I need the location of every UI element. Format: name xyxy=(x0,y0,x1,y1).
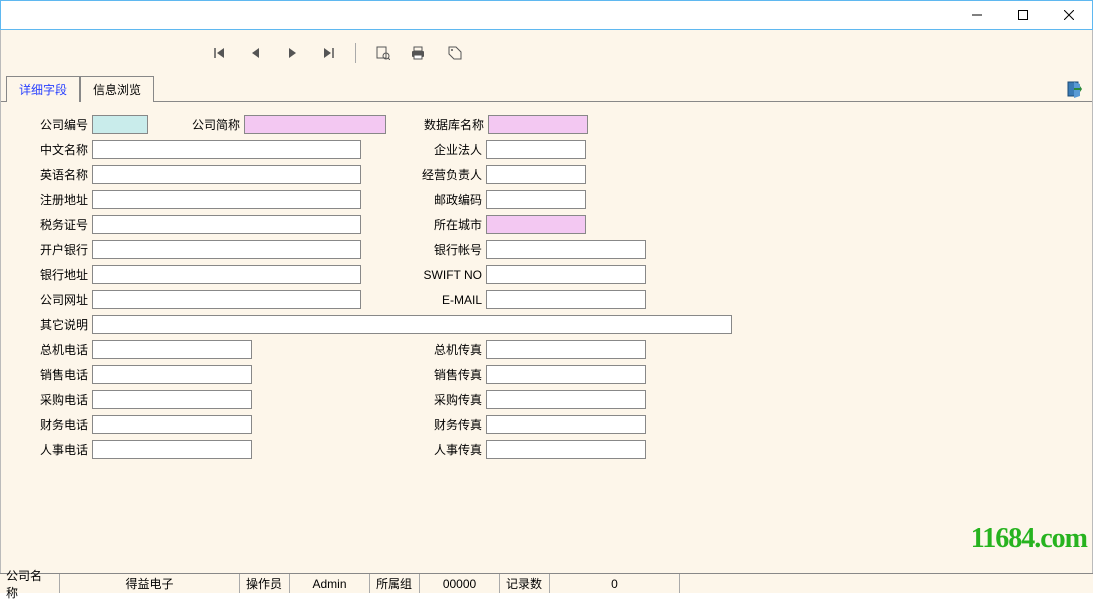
label-main-tel: 总机电话 xyxy=(26,341,92,358)
label-swift: SWIFT NO xyxy=(396,268,486,282)
label-main-fax: 总机传真 xyxy=(396,341,486,358)
input-city[interactable] xyxy=(486,215,586,234)
status-company-label: 公司名称 xyxy=(0,574,60,593)
tab-browse[interactable]: 信息浏览 xyxy=(80,76,154,102)
status-operator-label: 操作员 xyxy=(240,574,290,593)
input-company-no[interactable] xyxy=(92,115,148,134)
input-company-short[interactable] xyxy=(244,115,386,134)
statusbar: 公司名称 得益电子 操作员 Admin 所属组 00000 记录数 0 xyxy=(0,573,1093,593)
input-main-fax[interactable] xyxy=(486,340,646,359)
input-fin-fax[interactable] xyxy=(486,415,646,434)
label-company-no: 公司编号 xyxy=(26,116,92,133)
titlebar xyxy=(0,0,1093,30)
tab-detail[interactable]: 详细字段 xyxy=(6,76,80,102)
input-db-name[interactable] xyxy=(488,115,588,134)
status-group-label: 所属组 xyxy=(370,574,420,593)
input-en-name[interactable] xyxy=(92,165,361,184)
input-email[interactable] xyxy=(486,290,646,309)
input-website[interactable] xyxy=(92,290,361,309)
label-bank-addr: 银行地址 xyxy=(26,266,92,283)
input-purch-fax[interactable] xyxy=(486,390,646,409)
label-sales-tel: 销售电话 xyxy=(26,366,92,383)
input-fin-tel[interactable] xyxy=(92,415,252,434)
status-records-value: 0 xyxy=(550,574,680,593)
input-hr-tel[interactable] xyxy=(92,440,252,459)
label-fin-fax: 财务传真 xyxy=(396,416,486,433)
label-hr-fax: 人事传真 xyxy=(396,441,486,458)
label-purch-tel: 采购电话 xyxy=(26,391,92,408)
input-bank-acct[interactable] xyxy=(486,240,646,259)
minimize-button[interactable] xyxy=(954,1,1000,29)
input-postal[interactable] xyxy=(486,190,586,209)
label-legal-person: 企业法人 xyxy=(396,141,486,158)
input-cn-name[interactable] xyxy=(92,140,361,159)
input-main-tel[interactable] xyxy=(92,340,252,359)
label-db-name: 数据库名称 xyxy=(416,116,488,133)
label-reg-addr: 注册地址 xyxy=(26,191,92,208)
label-other: 其它说明 xyxy=(26,316,92,333)
label-cn-name: 中文名称 xyxy=(26,141,92,158)
prev-record-button[interactable] xyxy=(247,44,265,62)
input-sales-fax[interactable] xyxy=(486,365,646,384)
input-manager[interactable] xyxy=(486,165,586,184)
form-area: 公司编号 公司简称 数据库名称 中文名称 企业法人 英语名称 经营负责人 注册地… xyxy=(1,101,1092,462)
status-operator-value: Admin xyxy=(290,574,370,593)
label-fin-tel: 财务电话 xyxy=(26,416,92,433)
next-record-button[interactable] xyxy=(283,44,301,62)
print-button[interactable] xyxy=(410,44,428,62)
last-record-button[interactable] xyxy=(319,44,337,62)
label-email: E-MAIL xyxy=(396,293,486,307)
tag-button[interactable] xyxy=(446,44,464,62)
first-record-button[interactable] xyxy=(211,44,229,62)
tabs: 详细字段 信息浏览 xyxy=(1,76,1092,102)
input-tax-no[interactable] xyxy=(92,215,361,234)
close-button[interactable] xyxy=(1046,1,1092,29)
status-company-value: 得益电子 xyxy=(60,574,240,593)
maximize-button[interactable] xyxy=(1000,1,1046,29)
label-bank: 开户银行 xyxy=(26,241,92,258)
label-company-short: 公司简称 xyxy=(188,116,244,133)
label-website: 公司网址 xyxy=(26,291,92,308)
label-en-name: 英语名称 xyxy=(26,166,92,183)
input-other[interactable] xyxy=(92,315,732,334)
label-manager: 经营负责人 xyxy=(396,166,486,183)
toolbar-separator xyxy=(355,43,356,63)
label-tax-no: 税务证号 xyxy=(26,216,92,233)
watermark: 11684.com xyxy=(971,523,1087,555)
label-hr-tel: 人事电话 xyxy=(26,441,92,458)
content-area: 详细字段 信息浏览 公司编号 公司简称 数据库名称 中文名称 企业法人 英语名称… xyxy=(0,30,1093,573)
input-bank-addr[interactable] xyxy=(92,265,361,284)
input-purch-tel[interactable] xyxy=(92,390,252,409)
label-purch-fax: 采购传真 xyxy=(396,391,486,408)
input-hr-fax[interactable] xyxy=(486,440,646,459)
input-bank[interactable] xyxy=(92,240,361,259)
input-legal-person[interactable] xyxy=(486,140,586,159)
input-reg-addr[interactable] xyxy=(92,190,361,209)
input-swift[interactable] xyxy=(486,265,646,284)
label-bank-acct: 银行帐号 xyxy=(396,241,486,258)
label-city: 所在城市 xyxy=(396,216,486,233)
label-postal: 邮政编码 xyxy=(396,191,486,208)
toolbar xyxy=(1,30,1092,75)
status-records-label: 记录数 xyxy=(500,574,550,593)
status-group-value: 00000 xyxy=(420,574,500,593)
preview-button[interactable] xyxy=(374,44,392,62)
input-sales-tel[interactable] xyxy=(92,365,252,384)
label-sales-fax: 销售传真 xyxy=(396,366,486,383)
